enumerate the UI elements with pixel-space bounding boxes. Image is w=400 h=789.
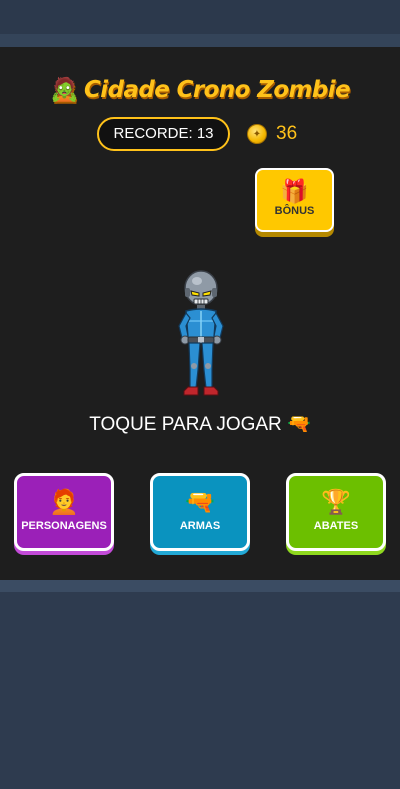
coin-icon: ✦ (247, 124, 267, 144)
top-strip (0, 0, 400, 34)
characters-button[interactable]: 🧑‍🦰 PERSONAGENS (14, 473, 114, 551)
coin-count: 36 (276, 123, 298, 144)
bottom-band (0, 580, 400, 592)
weapons-button[interactable]: 🔫 ARMAS (150, 473, 250, 551)
robot-character[interactable] (170, 266, 232, 401)
bonus-label: BÔNUS (274, 205, 315, 217)
tap-to-play-prompt[interactable]: TOQUE PARA JOGAR 🔫 (0, 410, 400, 440)
gift-icon: 🎁 (280, 178, 309, 204)
game-title-text: Cidade Crono Zombie (84, 77, 351, 103)
characters-label: PERSONAGENS (21, 520, 107, 532)
zombie-icon: 🧟 (49, 77, 79, 103)
game-title: 🧟 Cidade Crono Zombie (0, 70, 400, 110)
top-band (0, 34, 400, 47)
weapons-label: ARMAS (179, 520, 221, 532)
record-badge: RECORDE: 13 (97, 117, 230, 151)
kills-label: ABATES (313, 520, 359, 532)
kills-button[interactable]: 🏆 ABATES (286, 473, 386, 551)
bottom-area (0, 592, 400, 789)
bonus-button[interactable]: 🎁 BÔNUS (255, 168, 334, 232)
trophy-icon: 🏆 (321, 489, 351, 516)
pistol-icon: 🔫 (185, 489, 215, 516)
person-icon: 🧑‍🦰 (49, 489, 79, 516)
coin-counter: ✦ 36 (247, 119, 297, 149)
